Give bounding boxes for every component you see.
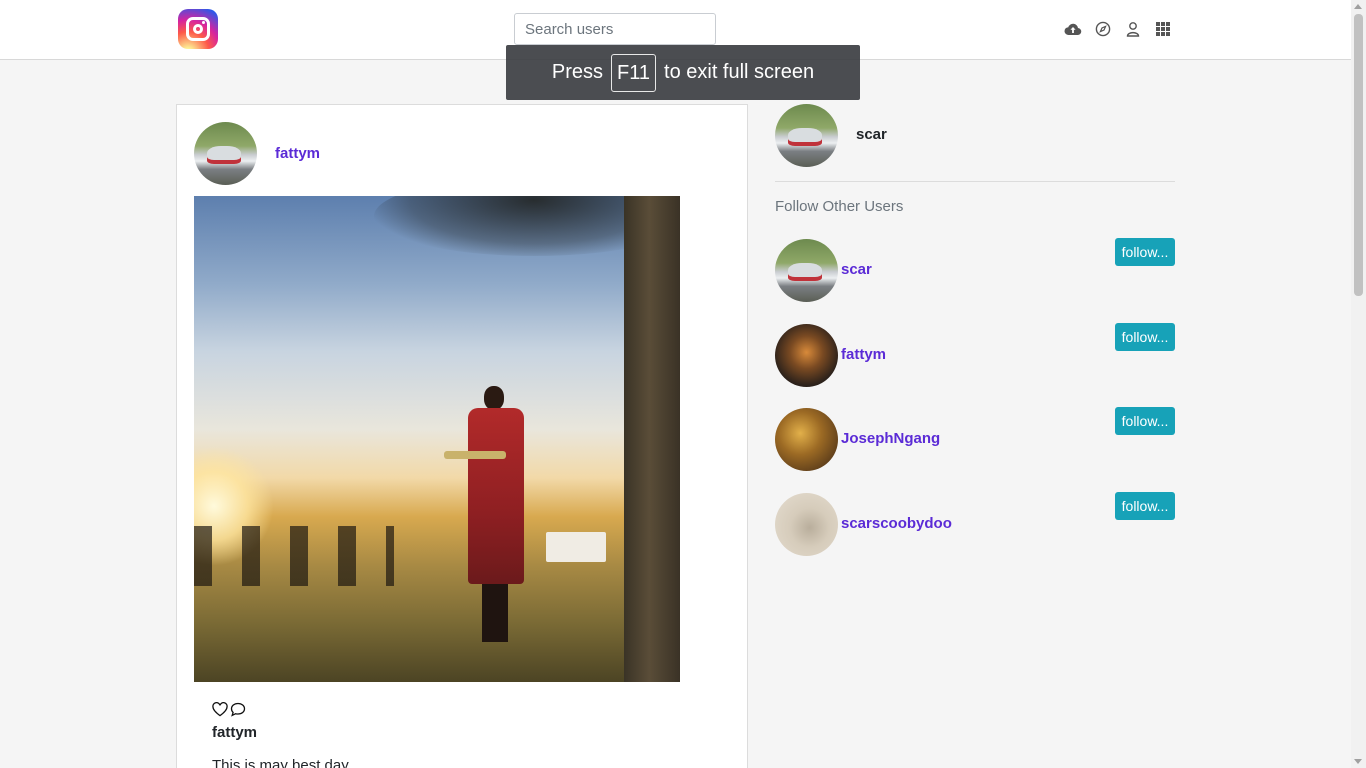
compass-icon[interactable] [1094, 20, 1112, 38]
fullscreen-notice: Press F11 to exit full screen [506, 45, 860, 100]
camera-dot [202, 21, 205, 24]
suggestion-username[interactable]: JosephNgang [841, 430, 940, 447]
suggestion-avatar[interactable] [775, 493, 838, 556]
suggestion-username[interactable]: fattym [841, 346, 886, 363]
image-tree-trunk [624, 196, 680, 682]
page-scrollbar[interactable] [1351, 0, 1366, 768]
post-caption: This is may best day [212, 757, 349, 768]
nav-icons [1064, 19, 1172, 39]
user-icon[interactable] [1124, 20, 1142, 38]
heart-icon[interactable] [212, 702, 228, 722]
suggestion-avatar[interactable] [775, 239, 838, 302]
suggestion-item: scar follow... [775, 238, 1175, 303]
suggestion-item: fattym follow... [775, 323, 1175, 388]
suggestion-item: JosephNgang follow... [775, 407, 1175, 472]
fullscreen-key: F11 [611, 53, 657, 92]
image-tray [444, 451, 506, 459]
suggestion-username[interactable]: scarscoobydoo [841, 515, 952, 532]
post-image[interactable] [194, 196, 680, 682]
scrollbar-thumb[interactable] [1354, 14, 1363, 296]
image-person-body [468, 408, 524, 584]
suggestion-item: scarscoobydoo follow... [775, 492, 1175, 557]
follow-button[interactable]: follow... [1115, 407, 1175, 435]
grid-icon[interactable] [1154, 20, 1172, 38]
image-person [462, 386, 530, 656]
current-user-name: scar [856, 126, 887, 143]
caption-username: fattym [212, 724, 258, 741]
search-input[interactable] [514, 13, 716, 45]
post-card: fattym fattym This is may best day [176, 104, 748, 768]
comment-icon[interactable] [230, 702, 246, 722]
instagram-logo-icon[interactable] [178, 9, 218, 49]
current-user-avatar[interactable] [775, 104, 838, 167]
image-table [546, 532, 606, 562]
post-actions [212, 702, 246, 722]
post-author-avatar[interactable] [194, 122, 257, 185]
suggestion-avatar[interactable] [775, 324, 838, 387]
camera-outline [186, 17, 210, 41]
suggestion-username[interactable]: scar [841, 261, 872, 278]
sidebar-divider [775, 181, 1175, 182]
upload-cloud-icon[interactable] [1064, 20, 1082, 38]
scroll-up-arrow-icon[interactable] [1354, 4, 1362, 9]
image-person-legs [482, 584, 508, 642]
follow-button[interactable]: follow... [1115, 492, 1175, 520]
fullscreen-notice-prefix: Press [551, 61, 604, 83]
camera-lens [193, 24, 203, 34]
scroll-down-arrow-icon[interactable] [1354, 759, 1362, 764]
suggestion-avatar[interactable] [775, 408, 838, 471]
image-chairs [194, 526, 394, 586]
follow-button[interactable]: follow... [1115, 323, 1175, 351]
fullscreen-notice-suffix: to exit full screen [664, 61, 815, 83]
follow-section-title: Follow Other Users [775, 198, 904, 215]
image-person-head [484, 386, 504, 410]
follow-button[interactable]: follow... [1115, 238, 1175, 266]
post-author-link[interactable]: fattym [275, 145, 320, 162]
